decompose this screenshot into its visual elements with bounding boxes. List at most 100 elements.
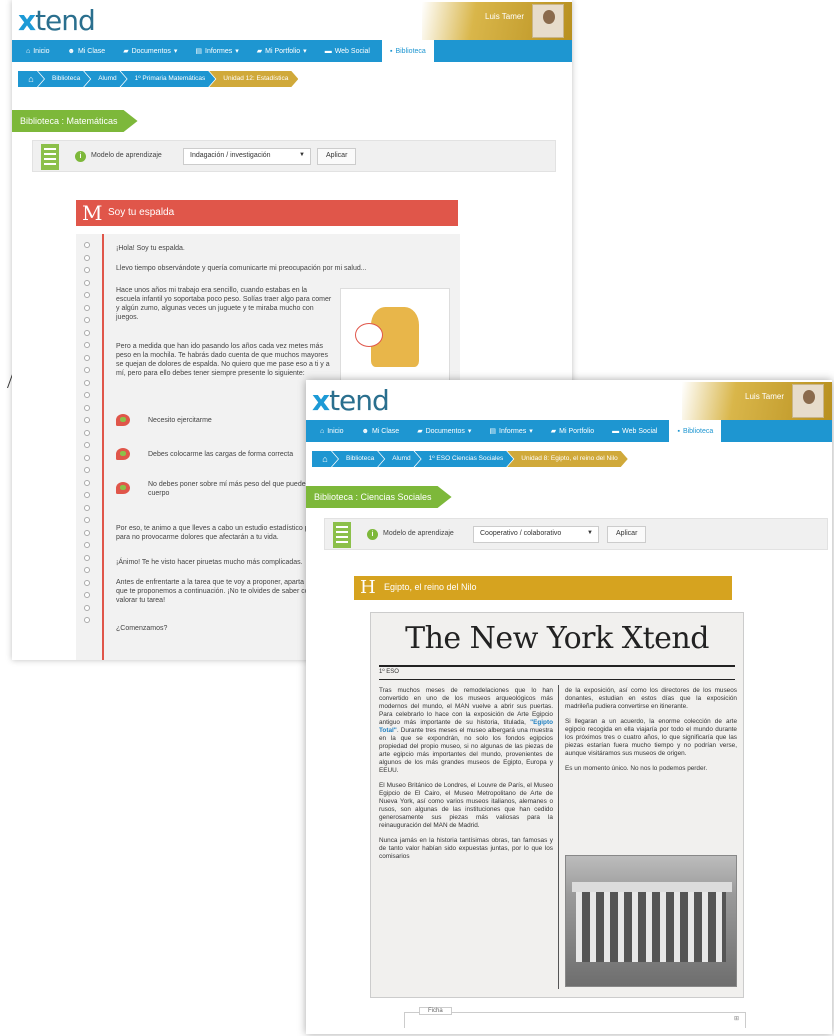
main-nav: ⌂ Inicio ☻ Mi Clase ▰ Documentos ▾ ▤ Informes… [12,40,572,62]
breadcrumb-item[interactable]: Alumd [378,451,420,467]
story-header: M Soy tu espalda [76,200,458,226]
breadcrumb: ⌂ Biblioteca Alumd 1º ESO Ciencias Socia… [306,446,832,472]
report-icon: ▤ [195,48,203,55]
nav-mi-portfolio[interactable]: ▰ Mi Portfolio [545,427,600,436]
nav-web-social[interactable]: ▬ Web Social [319,48,376,55]
breadcrumb-current[interactable]: Unidad 12: Estadística [209,71,298,87]
notebook-rings [84,242,94,630]
library-icon: ▪ [677,427,680,435]
header: xtend Luis Tamer [306,380,832,420]
divider [379,679,735,680]
nav-informes[interactable]: ▤ Informes ▾ [483,427,538,436]
backpack-cartoon-image [340,288,450,392]
story-paragraph: Pero a medida que han ido pasando los añ… [116,343,330,377]
nav-informes[interactable]: ▤ Informes ▾ [189,47,244,56]
section-title: Biblioteca : Ciencias Sociales [306,486,452,508]
model-select[interactable]: Indagación / investigación ▼ [183,148,311,165]
speech-bubble-icon [116,482,130,494]
avatar[interactable] [792,384,824,418]
breadcrumb-item[interactable]: Alumd [84,71,126,87]
margin-line [102,234,104,660]
nav-mi-clase[interactable]: ☻ Mi Clase [62,48,112,55]
chevron-down-icon: ▾ [467,428,472,435]
story-title: Egipto, el reino del Nilo [384,582,477,592]
article-column-right: de la exposición, así como los directore… [565,687,737,780]
newspaper: The New York Xtend 1º ESO Tras muchos me… [370,612,744,998]
folder-icon: ▰ [123,48,129,55]
breadcrumb-item[interactable]: Biblioteca [332,451,384,467]
museum-photo [565,855,737,987]
article-paragraph: Es un momento único. No nos lo podemos p… [565,765,708,772]
expand-icon[interactable]: ⊞ [734,1015,739,1022]
nav-inicio[interactable]: ⌂ Inicio [314,428,350,435]
home-icon: ⌂ [26,47,31,55]
nav-biblioteca[interactable]: ▪ Biblioteca [669,420,722,442]
story-paragraph: ¡Hola! Soy tu espalda. [116,245,185,252]
divider [379,665,735,667]
level-label: 1º ESO [379,669,399,675]
speech-bubble-icon [116,448,130,460]
header: xtend Luis Tamer [12,0,572,40]
section-title: Biblioteca : Matemáticas [12,110,138,132]
people-icon: ☻ [361,427,369,435]
column-divider [558,685,559,989]
article-column-left: Tras muchos meses de remodelaciones que … [379,687,553,868]
nav-documentos[interactable]: ▰ Documentos ▾ [411,427,477,436]
filter-label: Modelo de aprendizaje [91,152,162,159]
social-icon: ▬ [324,47,332,55]
story-header: H Egipto, el reino del Nilo [354,576,732,600]
filter-bar: i Modelo de aprendizaje Cooperativo / co… [324,518,828,550]
info-icon[interactable]: i [367,529,378,540]
chevron-down-icon: ▾ [529,428,533,435]
story-title: Soy tu espalda [108,207,175,218]
story-paragraph: Llevo tiempo observándote y quería comun… [116,265,367,272]
user-box[interactable]: Luis Tamer [422,2,572,40]
screenshot-social-sciences: xtend Luis Tamer ⌂ Inicio ☻ Mi Clase ▰ Docu… [306,380,832,1034]
breadcrumb-current[interactable]: Unidad 8: Egipto, el reino del Nilo [507,451,627,467]
breadcrumb-item[interactable]: 1º Primaria Matemáticas [121,71,216,87]
user-name: Luis Tamer [485,12,524,21]
xtend-logo[interactable]: xtend [18,4,96,37]
user-name: Luis Tamer [745,392,784,401]
filter-bar: i Modelo de aprendizaje Indagación / inv… [32,140,556,172]
portfolio-icon: ▰ [256,48,263,55]
story-letter: H [360,577,376,598]
breadcrumb-home[interactable]: ⌂ [18,71,44,87]
tab-ficha[interactable]: Ficha [419,1007,452,1015]
article-paragraph: Si llegaran a un acuerdo, la enorme cole… [565,718,737,757]
breadcrumb-item[interactable]: 1º ESO Ciencias Sociales [415,451,514,467]
newspaper-masthead: The New York Xtend [405,621,709,656]
apply-button[interactable]: Aplicar [317,148,357,165]
home-icon: ⌂ [322,454,328,464]
folder-icon: ▰ [417,428,423,435]
nav-web-social[interactable]: ▬ Web Social [606,428,663,435]
article-paragraph: Nunca jamás en la historia tantísimas ob… [379,837,553,860]
xtend-logo[interactable]: xtend [312,384,390,417]
breadcrumb-item[interactable]: Biblioteca [38,71,90,87]
avatar[interactable] [532,4,564,38]
breadcrumb: ⌂ Biblioteca Alumd 1º Primaria Matemátic… [12,66,572,92]
portfolio-icon: ▰ [550,428,557,435]
people-icon: ☻ [67,47,75,55]
home-icon: ⌂ [28,74,34,84]
speech-bubble-icon [116,414,130,426]
user-box[interactable]: Luis Tamer [682,382,832,420]
report-icon: ▤ [489,428,497,435]
nav-mi-portfolio[interactable]: ▰ Mi Portfolio ▾ [251,47,313,56]
bottom-panel: Ficha ⊞ [404,1007,746,1028]
nav-biblioteca[interactable]: ▪ Biblioteca [381,40,434,62]
model-select[interactable]: Cooperativo / colaborativo ▼ [473,526,599,543]
chevron-down-icon: ▼ [299,152,305,158]
nav-mi-clase[interactable]: ☻ Mi Clase [356,428,406,435]
nav-inicio[interactable]: ⌂ Inicio [20,48,56,55]
nav-documentos[interactable]: ▰ Documentos ▾ [117,47,183,56]
building-icon [41,144,59,170]
article-paragraph: Tras muchos meses de remodelaciones que … [379,687,553,774]
story-letter: M [82,201,103,225]
home-icon: ⌂ [320,427,325,435]
main-nav: ⌂ Inicio ☻ Mi Clase ▰ Documentos ▾ ▤ Informes… [306,420,832,442]
info-icon[interactable]: i [75,151,86,162]
apply-button[interactable]: Aplicar [607,526,647,543]
chevron-down-icon: ▾ [235,48,239,55]
article-paragraph: El Museo Británico de Londres, el Louvre… [379,782,553,829]
